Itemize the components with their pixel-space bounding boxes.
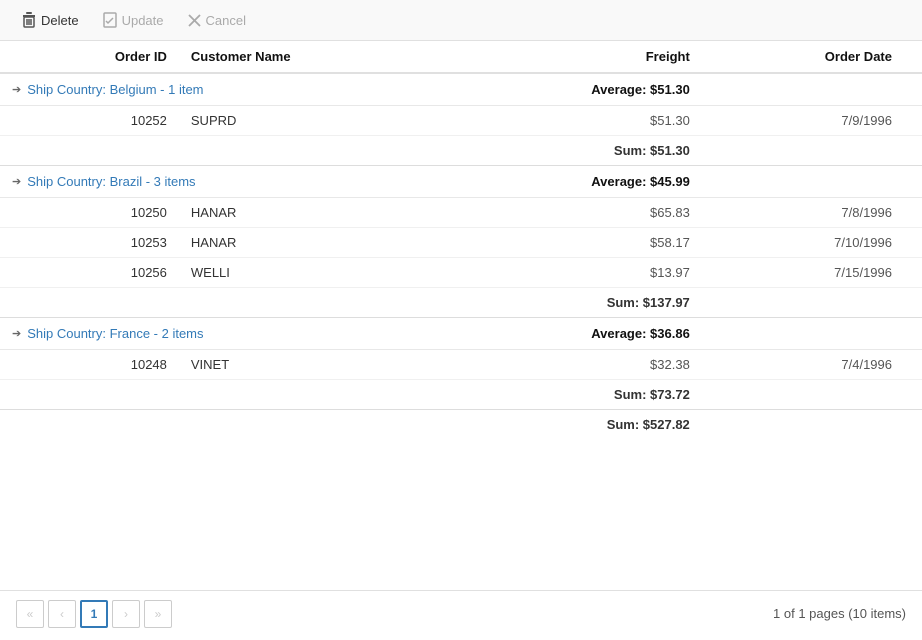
pager-first-button[interactable]: « [16,600,44,628]
group-header-row: ➔ Ship Country: Brazil - 3 items Average… [0,166,922,198]
group-sum-row: Sum: $73.72 [0,380,922,410]
cell-customer: HANAR [179,198,399,228]
table-row[interactable]: 10253 HANAR $58.17 7/10/1996 [0,228,922,258]
pager: « ‹ 1 › » 1 of 1 pages (10 items) [0,590,922,636]
header-row: Order ID Customer Name Freight Order Dat… [0,41,922,73]
update-icon [103,12,117,28]
pager-next-icon: › [124,607,128,621]
group-header-row: ➔ Ship Country: France - 2 items Average… [0,318,922,350]
cell-orderid: 10252 [0,106,179,136]
pager-next-button[interactable]: › [112,600,140,628]
cancel-label: Cancel [206,13,246,28]
group-sum: Sum: $51.30 [399,136,702,166]
cell-orderdate: 7/10/1996 [702,228,922,258]
col-header-orderdate: Order Date [702,41,922,73]
pager-info: 1 of 1 pages (10 items) [773,606,906,621]
group-chevron-icon[interactable]: ➔ [12,83,21,96]
cell-customer: SUPRD [179,106,399,136]
data-grid: Order ID Customer Name Freight Order Dat… [0,41,922,439]
update-button[interactable]: Update [93,8,174,32]
cell-freight: $51.30 [399,106,702,136]
col-header-orderid: Order ID [0,41,179,73]
update-label: Update [122,13,164,28]
pager-last-icon: » [155,607,162,621]
cell-orderid: 10253 [0,228,179,258]
delete-label: Delete [41,13,79,28]
cell-orderid: 10256 [0,258,179,288]
col-header-customer: Customer Name [179,41,399,73]
table-row[interactable]: 10250 HANAR $65.83 7/8/1996 [0,198,922,228]
group-sum-row: Sum: $137.97 [0,288,922,318]
group-sum: Sum: $137.97 [399,288,702,318]
group-header-cell: ➔ Ship Country: Brazil - 3 items [0,166,399,198]
pager-current-page: 1 [91,607,98,621]
total-sum: Sum: $527.82 [399,410,702,440]
cancel-icon [188,14,201,27]
group-chevron-icon[interactable]: ➔ [12,175,21,188]
group-sum: Sum: $73.72 [399,380,702,410]
pager-prev-icon: ‹ [60,607,64,621]
delete-icon [22,12,36,28]
table-row[interactable]: 10248 VINET $32.38 7/4/1996 [0,350,922,380]
cell-orderid: 10248 [0,350,179,380]
cell-freight: $32.38 [399,350,702,380]
group-average: Average: $36.86 [399,318,702,350]
grid-container: Order ID Customer Name Freight Order Dat… [0,41,922,590]
cell-freight: $65.83 [399,198,702,228]
group-header-cell: ➔ Ship Country: Belgium - 1 item [0,73,399,106]
group-average: Average: $51.30 [399,73,702,106]
pager-last-button[interactable]: » [144,600,172,628]
cell-freight: $58.17 [399,228,702,258]
table-row[interactable]: 10252 SUPRD $51.30 7/9/1996 [0,106,922,136]
group-average: Average: $45.99 [399,166,702,198]
group-header-row: ➔ Ship Country: Belgium - 1 item Average… [0,73,922,106]
cell-customer: HANAR [179,228,399,258]
cell-orderdate: 7/4/1996 [702,350,922,380]
toolbar: Delete Update Cancel [0,0,922,41]
group-chevron-icon[interactable]: ➔ [12,327,21,340]
grid-scroll[interactable]: Order ID Customer Name Freight Order Dat… [0,41,922,590]
group-sum-row: Sum: $51.30 [0,136,922,166]
cell-orderdate: 7/8/1996 [702,198,922,228]
group-title: Ship Country: France - 2 items [27,326,203,341]
cell-customer: VINET [179,350,399,380]
pager-page-1-button[interactable]: 1 [80,600,108,628]
pager-controls: « ‹ 1 › » [16,600,172,628]
pager-prev-button[interactable]: ‹ [48,600,76,628]
group-header-cell: ➔ Ship Country: France - 2 items [0,318,399,350]
cell-orderid: 10250 [0,198,179,228]
group-title: Ship Country: Belgium - 1 item [27,82,203,97]
table-row[interactable]: 10256 WELLI $13.97 7/15/1996 [0,258,922,288]
col-header-freight: Freight [399,41,702,73]
cell-orderdate: 7/9/1996 [702,106,922,136]
cell-orderdate: 7/15/1996 [702,258,922,288]
cell-customer: WELLI [179,258,399,288]
total-sum-row: Sum: $527.82 [0,410,922,440]
cancel-button[interactable]: Cancel [178,9,256,32]
delete-button[interactable]: Delete [12,8,89,32]
pager-first-icon: « [27,607,34,621]
group-title: Ship Country: Brazil - 3 items [27,174,195,189]
cell-freight: $13.97 [399,258,702,288]
